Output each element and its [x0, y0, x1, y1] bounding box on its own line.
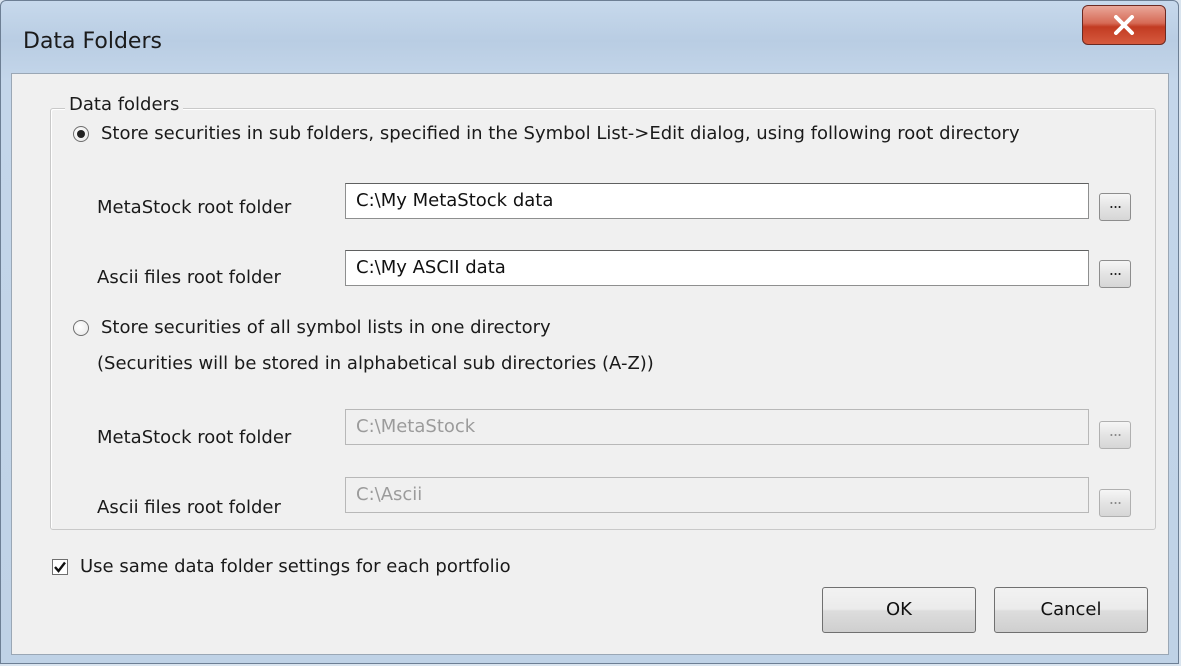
same-settings-checkbox-row[interactable]: Use same data folder settings for each p… [52, 556, 511, 577]
metastock-root-field-2[interactable]: C:\MetaStock [345, 409, 1089, 445]
radio-one-directory[interactable]: Store securities of all symbol lists in … [73, 317, 551, 338]
close-button[interactable] [1082, 5, 1166, 45]
radio-subfolders-button[interactable] [73, 125, 89, 142]
browse-button-ascii-2[interactable]: ... [1099, 489, 1131, 517]
same-settings-checkbox[interactable] [52, 558, 68, 575]
metastock-root-field-1[interactable]: C:\My MetaStock data [345, 183, 1089, 219]
window-title: Data Folders [23, 29, 162, 54]
ascii-root-label-1: Ascii files root folder [97, 267, 281, 288]
browse-button-ascii-1[interactable]: ... [1099, 260, 1131, 288]
radio-one-directory-button[interactable] [73, 319, 89, 336]
ascii-root-field-1[interactable]: C:\My ASCII data [345, 250, 1089, 286]
close-icon [1114, 15, 1134, 35]
ascii-root-field-2[interactable]: C:\Ascii [345, 477, 1089, 513]
dialog-client-area: Data folders Store securities in sub fol… [11, 73, 1169, 655]
checkmark-icon [54, 561, 66, 573]
same-settings-label: Use same data folder settings for each p… [80, 556, 511, 577]
title-bar[interactable]: Data Folders [1, 1, 1178, 73]
one-directory-note: (Securities will be stored in alphabetic… [97, 353, 654, 374]
radio-subfolders[interactable]: Store securities in sub folders, specifi… [73, 123, 1020, 144]
ascii-root-label-2: Ascii files root folder [97, 497, 281, 518]
ok-button[interactable]: OK [822, 587, 976, 633]
data-folders-group: Data folders Store securities in sub fol… [50, 94, 1156, 530]
metastock-root-label-2: MetaStock root folder [97, 427, 292, 448]
metastock-root-label-1: MetaStock root folder [97, 197, 292, 218]
browse-button-metastock-2[interactable]: ... [1099, 421, 1131, 449]
group-legend: Data folders [65, 94, 184, 115]
cancel-button[interactable]: Cancel [994, 587, 1148, 633]
dialog-window: Data Folders Data folders Store securiti… [0, 0, 1179, 664]
browse-button-metastock-1[interactable]: ... [1099, 193, 1131, 221]
radio-one-directory-label: Store securities of all symbol lists in … [101, 317, 551, 338]
radio-subfolders-label: Store securities in sub folders, specifi… [101, 123, 1020, 144]
